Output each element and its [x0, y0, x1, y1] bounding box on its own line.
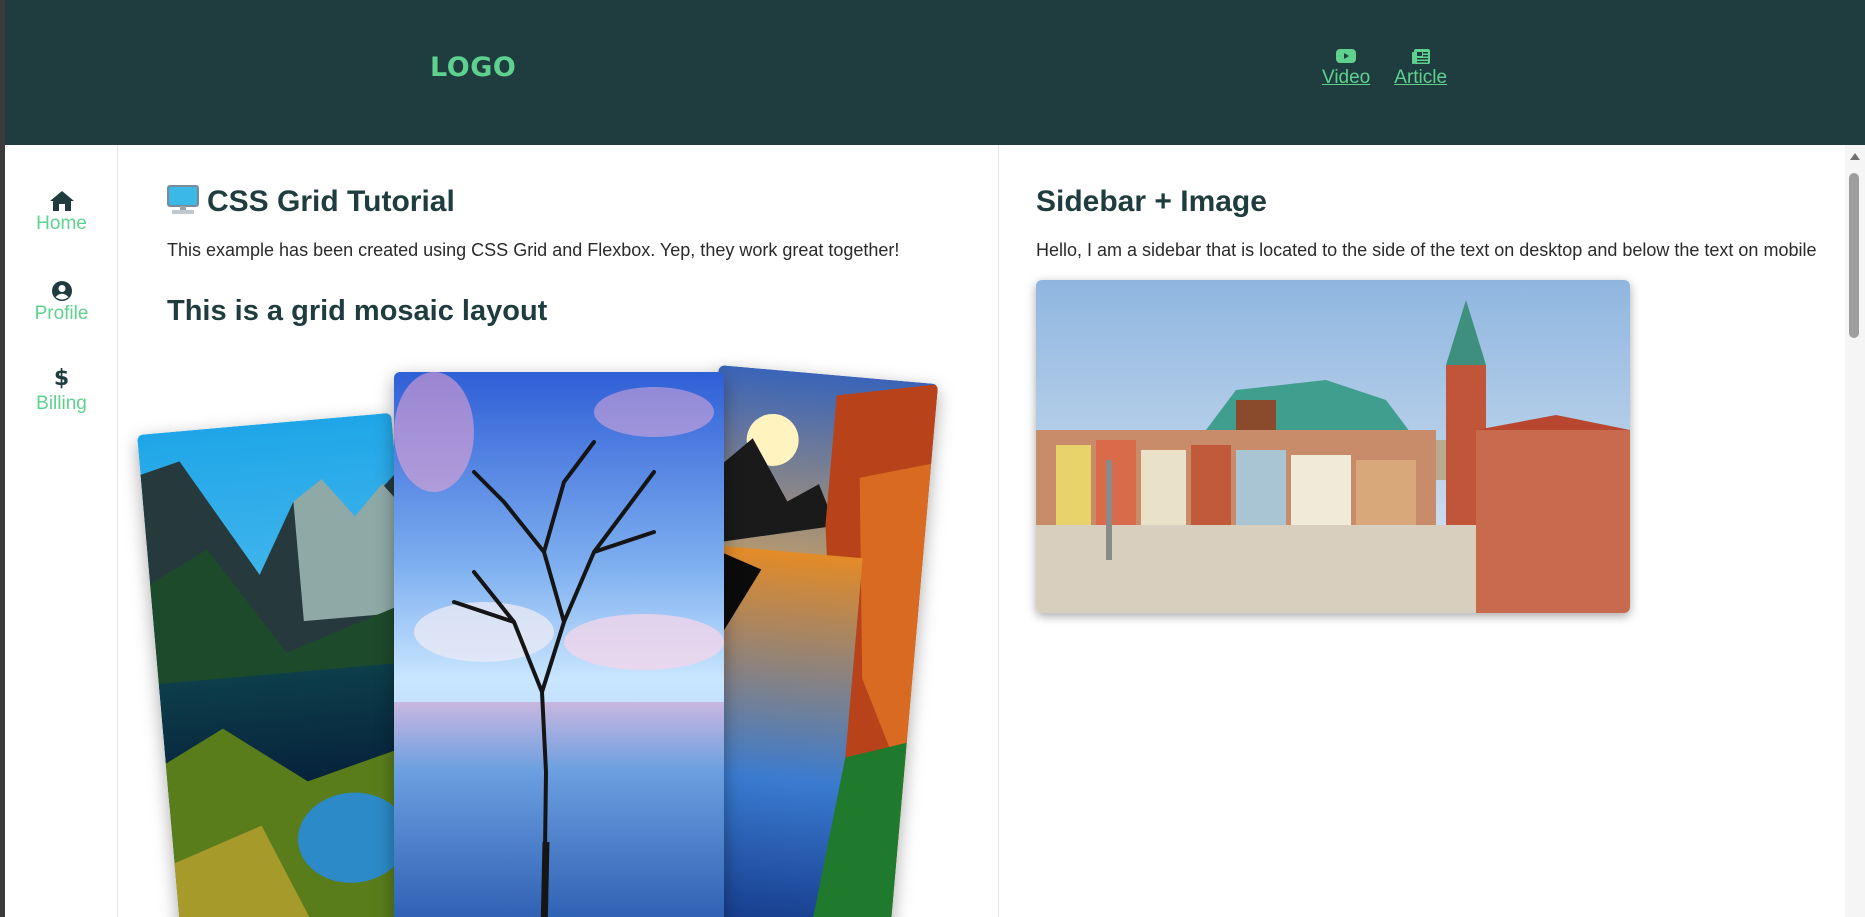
top-nav: Video Article — [1322, 48, 1447, 89]
home-icon — [49, 187, 74, 211]
section-heading: This is a grid mosaic layout — [167, 295, 548, 327]
nav-item-profile[interactable]: Profile — [5, 277, 118, 325]
page-body: Home Profile $ Billing CSS Grid Tutorial… — [5, 145, 1845, 917]
user-circle-icon — [51, 277, 72, 301]
desktop-computer-icon — [167, 185, 199, 219]
dollar-icon: $ — [53, 366, 70, 391]
video-link[interactable]: Video — [1322, 48, 1370, 89]
vertical-scrollbar[interactable] — [1845, 145, 1865, 917]
dead-tree-sea-image — [394, 372, 724, 917]
page-title: CSS Grid Tutorial — [207, 185, 455, 218]
scroll-up-arrow-icon[interactable] — [1850, 153, 1860, 160]
nav-item-label: Billing — [36, 393, 87, 414]
scrollbar-thumb[interactable] — [1849, 173, 1859, 338]
main-title-row: CSS Grid Tutorial — [167, 185, 455, 219]
article-link[interactable]: Article — [1394, 48, 1447, 89]
logo[interactable]: LOGO — [430, 52, 516, 83]
main-content: CSS Grid Tutorial This example has been … — [119, 145, 999, 917]
top-header: LOGO Video Article — [0, 0, 1865, 145]
old-town-square-image — [1036, 280, 1630, 613]
left-nav: Home Profile $ Billing — [5, 145, 118, 917]
right-sidebar: Sidebar + Image Hello, I am a sidebar th… — [1000, 145, 1845, 917]
youtube-icon — [1336, 48, 1357, 64]
video-link-label: Video — [1322, 67, 1371, 88]
sidebar-title: Sidebar + Image — [1036, 185, 1267, 218]
sidebar-text: Hello, I am a sidebar that is located to… — [1036, 240, 1817, 260]
newspaper-icon — [1411, 48, 1431, 64]
mountain-lake-image — [137, 412, 437, 917]
nav-item-label: Profile — [34, 303, 89, 324]
nav-item-home[interactable]: Home — [5, 187, 118, 235]
nav-item-billing[interactable]: $ Billing — [5, 366, 118, 415]
nav-item-label: Home — [36, 213, 87, 234]
intro-text: This example has been created using CSS … — [167, 240, 900, 260]
article-link-label: Article — [1394, 67, 1448, 88]
